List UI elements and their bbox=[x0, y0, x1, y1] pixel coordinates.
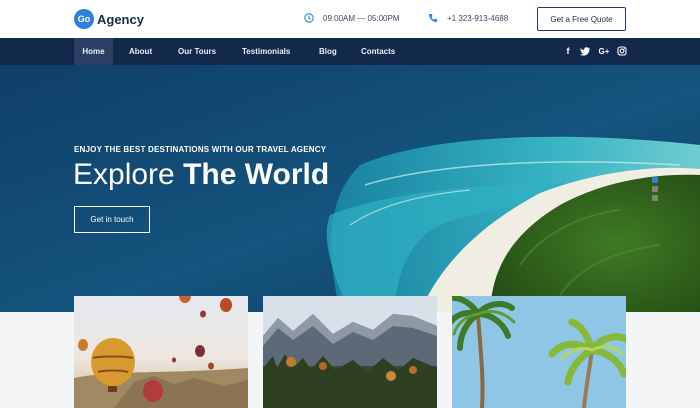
main-nav: Home About Our Tours Testimonials Blog C… bbox=[0, 38, 700, 65]
google-plus-icon[interactable]: G+ bbox=[598, 46, 610, 56]
phone-icon bbox=[429, 14, 437, 22]
slider-dot-1[interactable] bbox=[652, 177, 658, 183]
nav-item-blog[interactable]: Blog bbox=[319, 38, 337, 65]
nav-item-about[interactable]: About bbox=[129, 38, 152, 65]
tour-card-balloons[interactable] bbox=[74, 296, 248, 408]
phone-text: +1 323-913-4688 bbox=[447, 13, 509, 23]
nav-item-home[interactable]: Home bbox=[74, 38, 113, 65]
hero-title: Explore The World bbox=[73, 156, 329, 194]
business-hours: 09:00AM — 05:00PM bbox=[304, 13, 399, 23]
mountains-photo bbox=[263, 296, 437, 408]
tour-card-palms[interactable] bbox=[452, 296, 626, 408]
slider-dot-2[interactable] bbox=[652, 186, 658, 192]
hot-air-balloons-photo bbox=[74, 296, 248, 408]
phone-number[interactable]: +1 323-913-4688 bbox=[428, 13, 508, 23]
hero-title-light: Explore bbox=[73, 158, 175, 191]
nav-item-our-tours[interactable]: Our Tours bbox=[178, 38, 216, 65]
top-bar: Go Agency 09:00AM — 05:00PM +1 323-913-4… bbox=[0, 0, 700, 38]
hours-text: 09:00AM — 05:00PM bbox=[323, 13, 400, 23]
free-quote-button[interactable]: Get a Free Quote bbox=[537, 7, 626, 31]
logo[interactable]: Go Agency bbox=[74, 9, 144, 29]
nav-item-contacts[interactable]: Contacts bbox=[361, 38, 395, 65]
hero-title-bold: The World bbox=[183, 158, 330, 191]
palm-trees-photo bbox=[452, 296, 626, 408]
tour-card-mountains[interactable] bbox=[263, 296, 437, 408]
clock-icon bbox=[304, 13, 314, 23]
instagram-icon[interactable] bbox=[617, 46, 627, 56]
logo-badge: Go bbox=[74, 9, 94, 29]
twitter-icon[interactable] bbox=[580, 46, 590, 56]
get-in-touch-button[interactable]: Get in touch bbox=[74, 206, 150, 233]
nav-item-testimonials[interactable]: Testimonials bbox=[242, 38, 290, 65]
logo-text: Agency bbox=[97, 11, 144, 27]
facebook-icon[interactable]: f bbox=[563, 46, 573, 56]
hero-eyebrow: ENJOY THE BEST DESTINATIONS WITH OUR TRA… bbox=[74, 145, 327, 154]
slider-dot-3[interactable] bbox=[652, 195, 658, 201]
